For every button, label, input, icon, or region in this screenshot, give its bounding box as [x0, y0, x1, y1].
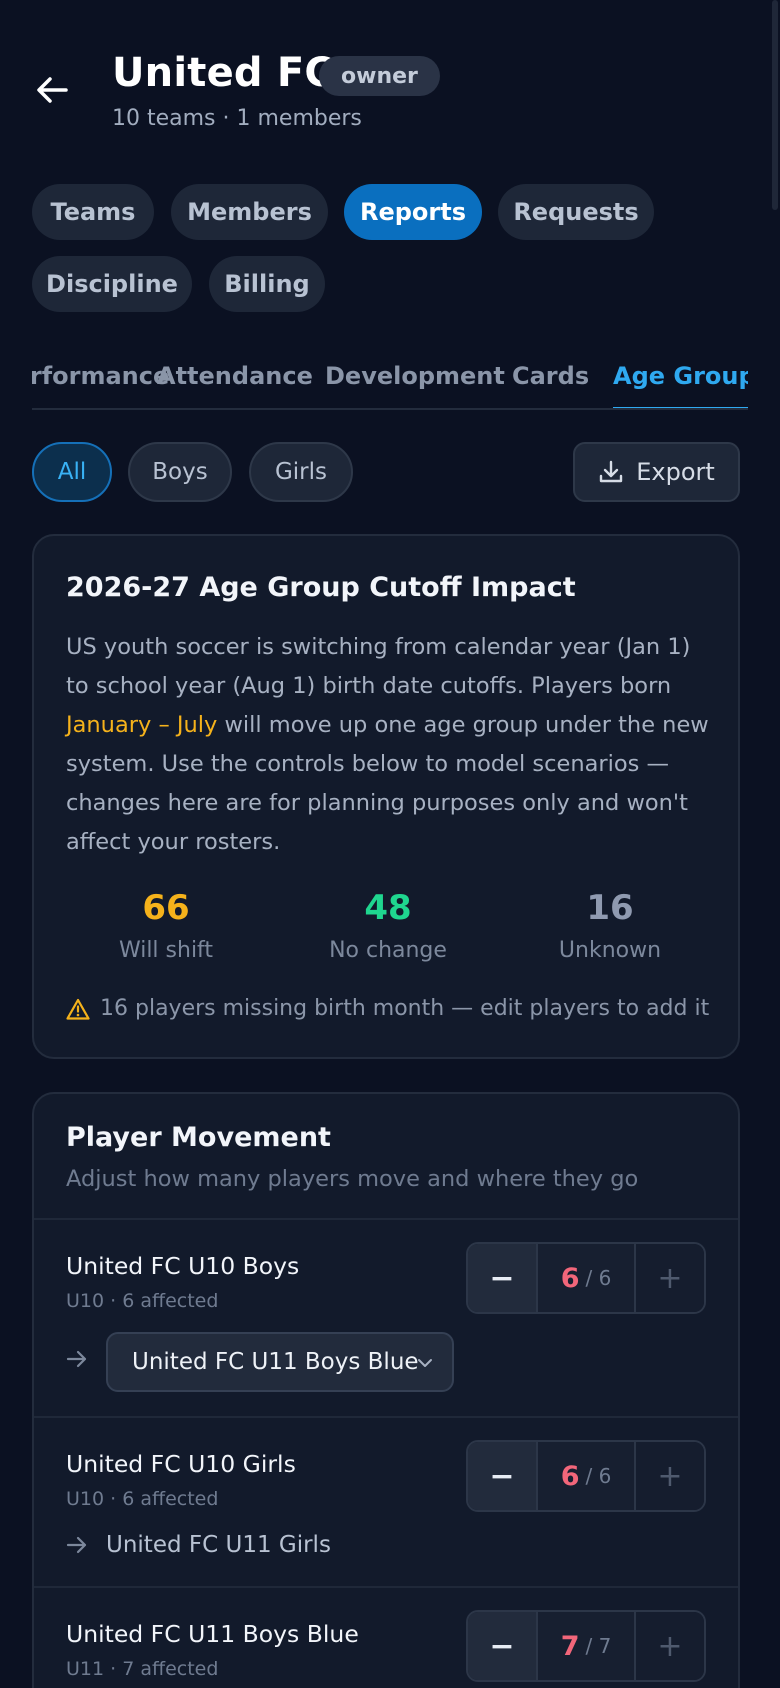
increment-button[interactable]: +	[634, 1612, 704, 1680]
filter-boys[interactable]: Boys	[128, 442, 232, 502]
subtab-development[interactable]: Development	[325, 362, 505, 390]
divider	[34, 1416, 738, 1418]
back-button[interactable]	[32, 70, 72, 110]
stepper-value: 6 / 6	[538, 1442, 634, 1510]
move-total: / 6	[585, 1266, 612, 1290]
subtab-performance[interactable]: Performance	[32, 362, 169, 390]
tab-requests[interactable]: Requests	[498, 184, 654, 240]
download-icon	[600, 460, 623, 483]
move-total: / 6	[585, 1464, 612, 1488]
impact-description: US youth soccer is switching from calend…	[66, 634, 709, 855]
stat-value: 66	[142, 888, 190, 928]
quantity-stepper: − 6 / 6 +	[466, 1242, 706, 1314]
subtab-age-groups[interactable]: Age Groups	[613, 362, 748, 390]
increment-button[interactable]: +	[634, 1244, 704, 1312]
arrow-right-icon	[66, 1350, 88, 1368]
team-name: United FC U10 Boys	[66, 1252, 300, 1280]
chevron-down-icon	[418, 1359, 432, 1367]
subtab-attendance[interactable]: Attendance	[157, 362, 313, 390]
stat-label: Unknown	[558, 938, 662, 963]
club-summary: 10 teams · 1 members	[112, 106, 362, 131]
page-header: United FC owner 10 teams · 1 members	[0, 0, 780, 160]
arrow-left-icon	[37, 77, 68, 103]
team-name: United FC U10 Girls	[66, 1450, 296, 1478]
team-meta: U10 · 6 affected	[66, 1290, 219, 1312]
team-meta: U10 · 6 affected	[66, 1488, 219, 1510]
movement-title: Player Movement	[66, 1122, 331, 1153]
increment-button[interactable]: +	[634, 1442, 704, 1510]
export-label: Export	[636, 458, 715, 486]
active-tab-indicator	[613, 407, 748, 408]
page-title: United FC	[112, 50, 334, 96]
destination-team: United FC U11 Girls	[106, 1532, 331, 1558]
impact-title: 2026-27 Age Group Cutoff Impact	[66, 572, 576, 603]
move-count: 6	[560, 1262, 580, 1294]
stat-unknown: 16 Unknown	[500, 888, 720, 963]
team-meta: U11 · 7 affected	[66, 1658, 219, 1680]
destination-team-select[interactable]: United FC U11 Boys Blue	[106, 1332, 454, 1392]
arrow-right-icon	[66, 1536, 88, 1554]
decrement-button[interactable]: −	[468, 1442, 538, 1510]
divider	[34, 1218, 738, 1220]
birth-month-range: January – July	[66, 712, 218, 738]
tab-discipline[interactable]: Discipline	[32, 256, 192, 312]
tab-billing[interactable]: Billing	[209, 256, 325, 312]
team-name: United FC U11 Boys Blue	[66, 1620, 359, 1648]
move-count: 7	[560, 1630, 580, 1662]
tab-members[interactable]: Members	[171, 184, 328, 240]
stepper-value: 6 / 6	[538, 1244, 634, 1312]
stat-no-change: 48 No change	[278, 888, 498, 963]
warning-text: 16 players missing birth month — edit pl…	[100, 996, 710, 1021]
warning-icon	[66, 998, 90, 1020]
report-tabs[interactable]: Performance Attendance Development Cards…	[32, 350, 748, 410]
decrement-button[interactable]: −	[468, 1612, 538, 1680]
stat-label: Will shift	[118, 938, 214, 963]
stat-will-shift: 66 Will shift	[56, 888, 276, 963]
cutoff-impact-card: 2026-27 Age Group Cutoff Impact US youth…	[32, 534, 740, 1059]
subtab-cards[interactable]: Cards	[512, 362, 589, 390]
stat-value: 16	[586, 888, 634, 928]
destination-selected: United FC U11 Boys Blue	[132, 1349, 419, 1375]
player-movement-card: Player Movement Adjust how many players …	[32, 1092, 740, 1688]
move-count: 6	[560, 1460, 580, 1492]
filter-girls[interactable]: Girls	[249, 442, 353, 502]
stat-label: No change	[329, 938, 447, 963]
tab-reports[interactable]: Reports	[344, 184, 482, 240]
move-total: / 7	[585, 1634, 612, 1658]
tab-teams[interactable]: Teams	[32, 184, 154, 240]
quantity-stepper: − 7 / 7 +	[466, 1610, 706, 1682]
stepper-value: 7 / 7	[538, 1612, 634, 1680]
quantity-stepper: − 6 / 6 +	[466, 1440, 706, 1512]
decrement-button[interactable]: −	[468, 1244, 538, 1312]
export-button[interactable]: Export	[573, 442, 740, 502]
role-badge: owner	[319, 56, 440, 96]
filter-all[interactable]: All	[32, 442, 112, 502]
missing-birth-month-warning[interactable]: 16 players missing birth month — edit pl…	[66, 996, 709, 1021]
stat-value: 48	[364, 888, 412, 928]
movement-subtitle: Adjust how many players move and where t…	[66, 1166, 639, 1192]
divider	[34, 1586, 738, 1588]
